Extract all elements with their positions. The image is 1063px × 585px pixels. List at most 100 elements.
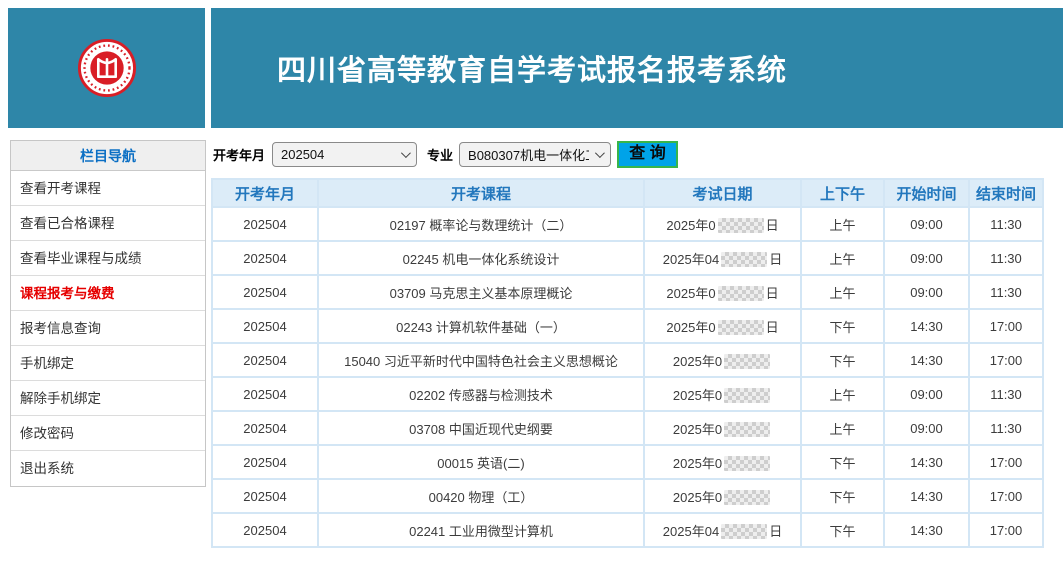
cell-exam-date: 2025年0: [645, 378, 800, 410]
cell-year-month: 202504: [213, 480, 317, 512]
cell-year-month: 202504: [213, 242, 317, 274]
cell-exam-date: 2025年04日: [645, 242, 800, 274]
sidebar-item[interactable]: 查看已合格课程: [11, 206, 205, 241]
cell-course: 03708 中国近现代史纲要: [319, 412, 643, 444]
cell-course: 00015 英语(二): [319, 446, 643, 478]
sidebar-item[interactable]: 报考信息查询: [11, 311, 205, 346]
table-row: 20250400420 物理（工）2025年0下午14:3017:00: [213, 480, 1042, 512]
sidebar-nav: 栏目导航 查看开考课程查看已合格课程查看毕业课程与成绩课程报考与缴费报考信息查询…: [10, 140, 206, 487]
column-header: 结束时间: [970, 180, 1042, 206]
cell-course: 03709 马克思主义基本原理概论: [319, 276, 643, 308]
cell-end-time: 11:30: [970, 208, 1042, 240]
filter-bar: 开考年月 202504 专业 B080307机电一体化工程 查 询: [213, 140, 678, 168]
year-month-label: 开考年月: [213, 145, 265, 164]
table-row: 20250402245 机电一体化系统设计2025年04日上午09:0011:3…: [213, 242, 1042, 274]
cell-course: 02245 机电一体化系统设计: [319, 242, 643, 274]
cell-exam-date: 2025年04日: [645, 514, 800, 546]
cell-year-month: 202504: [213, 310, 317, 342]
table-row: 20250403708 中国近现代史纲要2025年0上午09:0011:30: [213, 412, 1042, 444]
sidebar-title: 栏目导航: [11, 141, 205, 171]
cell-year-month: 202504: [213, 344, 317, 376]
cell-exam-date: 2025年0: [645, 412, 800, 444]
cell-session: 下午: [802, 446, 883, 478]
table-body: 20250402197 概率论与数理统计（二）2025年0日上午09:0011:…: [213, 208, 1042, 546]
cell-start-time: 09:00: [885, 242, 968, 274]
column-header: 开始时间: [885, 180, 968, 206]
cell-end-time: 17:00: [970, 480, 1042, 512]
cell-year-month: 202504: [213, 276, 317, 308]
table-row: 20250402241 工业用微型计算机2025年04日下午14:3017:00: [213, 514, 1042, 546]
cell-session: 下午: [802, 310, 883, 342]
table-row: 20250403709 马克思主义基本原理概论2025年0日上午09:0011:…: [213, 276, 1042, 308]
university-seal-logo: [78, 39, 136, 97]
sidebar-item[interactable]: 手机绑定: [11, 346, 205, 381]
cell-start-time: 14:30: [885, 446, 968, 478]
censored-date-mosaic: [721, 252, 767, 267]
cell-course: 15040 习近平新时代中国特色社会主义思想概论: [319, 344, 643, 376]
censored-date-mosaic: [718, 320, 764, 335]
cell-year-month: 202504: [213, 514, 317, 546]
course-table-container: 开考年月开考课程考试日期上下午开始时间结束时间 20250402197 概率论与…: [211, 178, 1042, 548]
table-row: 20250400015 英语(二)2025年0下午14:3017:00: [213, 446, 1042, 478]
cell-start-time: 09:00: [885, 276, 968, 308]
cell-start-time: 14:30: [885, 344, 968, 376]
cell-year-month: 202504: [213, 208, 317, 240]
sidebar-item[interactable]: 修改密码: [11, 416, 205, 451]
cell-course: 00420 物理（工）: [319, 480, 643, 512]
sidebar-item[interactable]: 退出系统: [11, 451, 205, 486]
column-header: 开考课程: [319, 180, 643, 206]
sidebar-item[interactable]: 查看开考课程: [11, 171, 205, 206]
censored-date-mosaic: [718, 218, 764, 233]
cell-year-month: 202504: [213, 412, 317, 444]
cell-start-time: 09:00: [885, 208, 968, 240]
cell-exam-date: 2025年0: [645, 446, 800, 478]
cell-exam-date: 2025年0: [645, 480, 800, 512]
censored-date-mosaic: [724, 354, 770, 369]
cell-end-time: 11:30: [970, 242, 1042, 274]
table-row: 20250415040 习近平新时代中国特色社会主义思想概论2025年0下午14…: [213, 344, 1042, 376]
cell-session: 上午: [802, 276, 883, 308]
censored-date-mosaic: [724, 490, 770, 505]
column-header: 开考年月: [213, 180, 317, 206]
cell-course: 02241 工业用微型计算机: [319, 514, 643, 546]
major-select[interactable]: B080307机电一体化工程: [459, 142, 611, 167]
cell-end-time: 17:00: [970, 446, 1042, 478]
year-month-value: 202504: [281, 147, 395, 162]
sidebar-item[interactable]: 查看毕业课程与成绩: [11, 241, 205, 276]
cell-start-time: 09:00: [885, 378, 968, 410]
year-month-select[interactable]: 202504: [272, 142, 417, 167]
censored-date-mosaic: [721, 524, 767, 539]
sidebar-item[interactable]: 解除手机绑定: [11, 381, 205, 416]
page-title: 四川省高等教育自学考试报名报考系统: [211, 47, 787, 89]
censored-date-mosaic: [718, 286, 764, 301]
header-logo-panel: [8, 8, 205, 128]
course-table: 开考年月开考课程考试日期上下午开始时间结束时间 20250402197 概率论与…: [211, 178, 1044, 548]
censored-date-mosaic: [724, 388, 770, 403]
cell-session: 下午: [802, 480, 883, 512]
censored-date-mosaic: [724, 422, 770, 437]
cell-session: 上午: [802, 242, 883, 274]
column-header: 上下午: [802, 180, 883, 206]
cell-year-month: 202504: [213, 378, 317, 410]
cell-start-time: 09:00: [885, 412, 968, 444]
cell-exam-date: 2025年0日: [645, 276, 800, 308]
cell-start-time: 14:30: [885, 514, 968, 546]
cell-end-time: 11:30: [970, 276, 1042, 308]
search-button[interactable]: 查 询: [617, 141, 678, 168]
table-header-row: 开考年月开考课程考试日期上下午开始时间结束时间: [213, 180, 1042, 206]
cell-end-time: 11:30: [970, 378, 1042, 410]
cell-year-month: 202504: [213, 446, 317, 478]
cell-end-time: 11:30: [970, 412, 1042, 444]
table-row: 20250402197 概率论与数理统计（二）2025年0日上午09:0011:…: [213, 208, 1042, 240]
sidebar-item[interactable]: 课程报考与缴费: [11, 276, 205, 311]
major-label: 专业: [427, 145, 453, 164]
cell-exam-date: 2025年0日: [645, 208, 800, 240]
censored-date-mosaic: [724, 456, 770, 471]
cell-start-time: 14:30: [885, 480, 968, 512]
table-row: 20250402202 传感器与检测技术2025年0上午09:0011:30: [213, 378, 1042, 410]
table-row: 20250402243 计算机软件基础（一）2025年0日下午14:3017:0…: [213, 310, 1042, 342]
sidebar-items: 查看开考课程查看已合格课程查看毕业课程与成绩课程报考与缴费报考信息查询手机绑定解…: [11, 171, 205, 486]
cell-end-time: 17:00: [970, 310, 1042, 342]
cell-end-time: 17:00: [970, 514, 1042, 546]
cell-exam-date: 2025年0: [645, 344, 800, 376]
